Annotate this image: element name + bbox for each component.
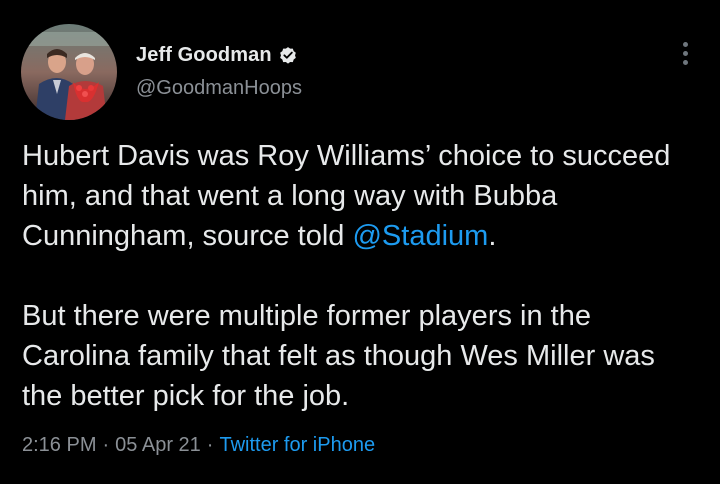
tweet-text: Hubert Davis was Roy Williams’ choice to… bbox=[22, 136, 702, 416]
more-options-icon[interactable] bbox=[672, 38, 698, 68]
tweet-time[interactable]: 2:16 PM bbox=[22, 434, 96, 457]
tweet-paragraph-text: Hubert Davis was Roy Williams’ choice to… bbox=[22, 140, 671, 252]
more-dot bbox=[682, 41, 688, 47]
verified-badge-icon bbox=[278, 45, 298, 65]
more-dot bbox=[682, 59, 688, 65]
tweet-paragraph-text: . bbox=[488, 220, 497, 252]
tweet-paragraph: But there were multiple former players i… bbox=[22, 300, 655, 412]
tweet-date[interactable]: 05 Apr 21 bbox=[115, 434, 201, 457]
tweet-card: Jeff Goodman @GoodmanHoops Hubert Davis … bbox=[0, 0, 720, 484]
author-display-name[interactable]: Jeff Goodman bbox=[136, 44, 272, 67]
tweet-paragraph: Hubert Davis was Roy Williams’ choice to… bbox=[22, 136, 702, 256]
author-name-row[interactable]: Jeff Goodman bbox=[136, 42, 298, 68]
meta-separator: · bbox=[102, 434, 110, 456]
tweet-source-link[interactable]: Twitter for iPhone bbox=[219, 434, 375, 457]
avatar[interactable] bbox=[21, 24, 117, 120]
meta-separator: · bbox=[206, 434, 214, 456]
mention-link[interactable]: @Stadium bbox=[352, 220, 488, 252]
more-dot bbox=[682, 50, 688, 56]
author-handle[interactable]: @GoodmanHoops bbox=[136, 77, 302, 100]
tweet-meta: 2:16 PM · 05 Apr 21 · Twitter for iPhone bbox=[22, 434, 375, 457]
avatar-photo bbox=[21, 24, 117, 120]
